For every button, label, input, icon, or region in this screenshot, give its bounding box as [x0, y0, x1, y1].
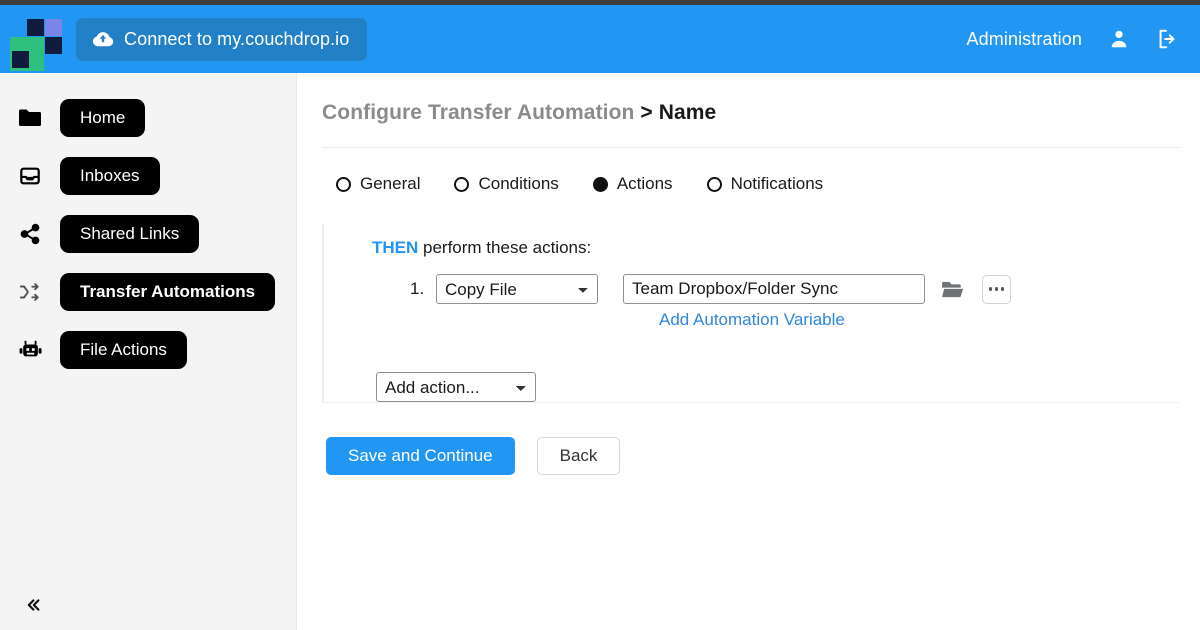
sidebar-item-file-actions[interactable]: File Actions [0, 321, 296, 379]
header-right-group: Administration [967, 28, 1200, 50]
radio-icon [336, 177, 351, 192]
tab-conditions[interactable]: Conditions [454, 174, 558, 194]
ellipsis-icon [1001, 287, 1005, 291]
tab-general[interactable]: General [336, 174, 420, 194]
sidebar-item-label: Shared Links [60, 215, 199, 253]
share-icon [18, 223, 48, 245]
logout-icon[interactable] [1156, 28, 1178, 50]
ellipsis-icon [989, 287, 993, 291]
shuffle-icon [18, 281, 48, 303]
action-row: 1. Copy File [348, 258, 1200, 304]
breadcrumb-prefix: Configure Transfer Automation [322, 101, 634, 124]
sidebar-nav: Home Inboxes [0, 73, 296, 379]
folder-open-icon[interactable] [941, 280, 964, 299]
tab-actions[interactable]: Actions [593, 174, 673, 194]
actions-panel: THEN perform these actions: 1. Copy File [322, 224, 1200, 402]
breadcrumb-separator: > [640, 101, 652, 124]
sidebar-item-label: Transfer Automations [60, 273, 275, 311]
app-root: Connect to my.couchdrop.io Administratio… [0, 0, 1200, 630]
breadcrumb-current: Name [659, 101, 717, 124]
tab-label: Conditions [478, 174, 558, 194]
footer-actions: Save and Continue Back [298, 403, 1200, 475]
radio-icon-selected [593, 177, 608, 192]
back-button[interactable]: Back [537, 437, 621, 475]
radio-icon [454, 177, 469, 192]
tab-label: Actions [617, 174, 673, 194]
sidebar-item-label: File Actions [60, 331, 187, 369]
cloud-upload-icon [92, 30, 114, 48]
app-header: Connect to my.couchdrop.io Administratio… [0, 5, 1200, 73]
main-content: Configure Transfer Automation > Name Gen… [298, 73, 1200, 630]
more-options-button[interactable] [982, 275, 1011, 304]
action-target-input[interactable] [623, 274, 925, 304]
page-title: Configure Transfer Automation > Name [298, 73, 1200, 125]
sidebar-item-home[interactable]: Home [0, 89, 296, 147]
ellipsis-icon [995, 287, 999, 291]
radio-icon [707, 177, 722, 192]
tab-label: General [360, 174, 420, 194]
add-automation-variable-link[interactable]: Add Automation Variable [348, 304, 1200, 330]
sidebar-item-shared-links[interactable]: Shared Links [0, 205, 296, 263]
sidebar-item-transfer-automations[interactable]: Transfer Automations [0, 263, 296, 321]
then-text: perform these actions: [423, 238, 591, 257]
then-heading: THEN perform these actions: [348, 224, 1200, 258]
connect-button[interactable]: Connect to my.couchdrop.io [76, 18, 367, 61]
tab-notifications[interactable]: Notifications [707, 174, 824, 194]
sidebar-item-label: Home [60, 99, 145, 137]
action-type-select[interactable]: Copy File [436, 274, 598, 304]
user-icon[interactable] [1108, 28, 1130, 50]
step-tabs: General Conditions Actions Notifications [298, 148, 1200, 194]
add-action-container: Add action... [348, 330, 1200, 402]
robot-icon [18, 339, 48, 361]
action-index: 1. [410, 279, 436, 299]
sidebar-item-inboxes[interactable]: Inboxes [0, 147, 296, 205]
administration-link[interactable]: Administration [967, 29, 1082, 50]
couchdrop-logo [10, 17, 54, 61]
then-keyword: THEN [372, 238, 418, 257]
connect-button-label: Connect to my.couchdrop.io [124, 29, 349, 50]
folder-icon [18, 108, 48, 128]
chevron-double-left-icon[interactable] [16, 588, 50, 622]
add-action-select[interactable]: Add action... [376, 372, 536, 402]
sidebar: Home Inboxes [0, 73, 297, 630]
save-and-continue-button[interactable]: Save and Continue [326, 437, 515, 475]
inbox-icon [18, 165, 48, 187]
sidebar-item-label: Inboxes [60, 157, 160, 195]
tab-label: Notifications [731, 174, 824, 194]
